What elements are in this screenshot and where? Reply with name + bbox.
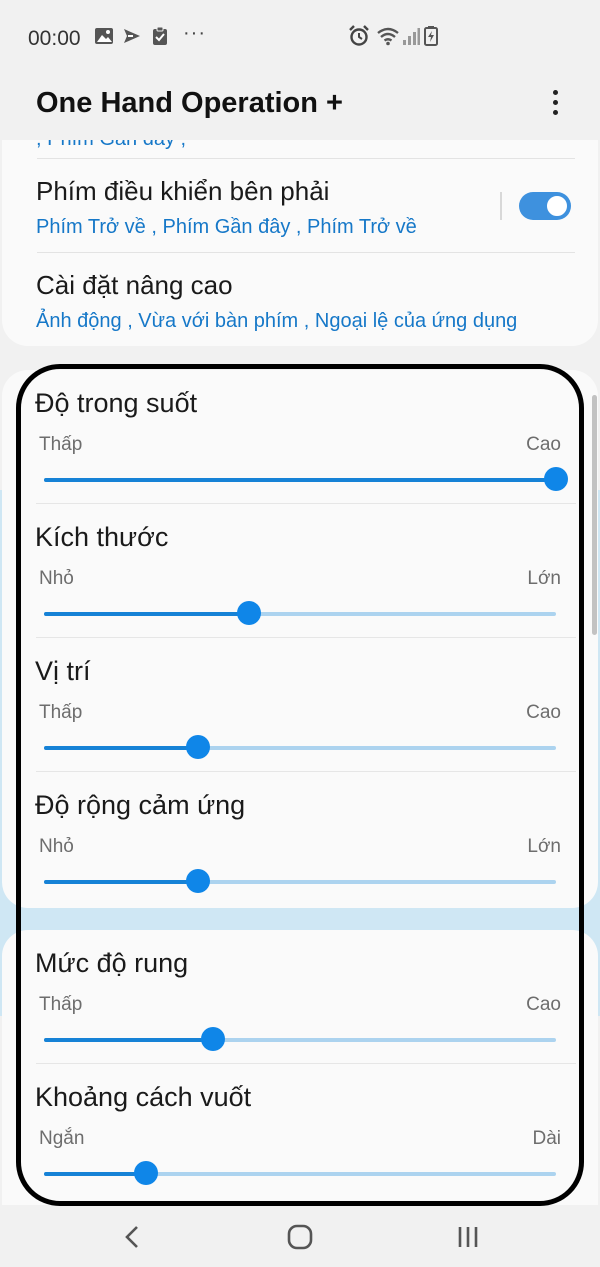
slider-track[interactable]	[44, 1027, 556, 1051]
status-time: 00:00	[28, 27, 81, 50]
slider-track[interactable]	[44, 869, 556, 893]
settings-card: , Phím Gần đây , Phím điều khiển bên phả…	[2, 140, 598, 346]
slider-fill	[44, 880, 198, 884]
right-keys-toggle[interactable]	[519, 192, 571, 220]
page-title: One Hand Operation +	[36, 87, 343, 119]
slider-row: Độ trong suốt Thấp Cao	[22, 370, 578, 504]
separator	[500, 192, 502, 220]
slider-thumb[interactable]	[236, 601, 261, 625]
previous-row-subtitle: , Phím Gần đây ,	[36, 140, 186, 151]
gallery-icon	[95, 28, 113, 44]
slider-row: Vị trí Thấp Cao	[22, 638, 578, 772]
more-options-icon	[552, 90, 558, 95]
slider-title: Kích thước	[35, 522, 169, 552]
slider-min-label: Nhỏ	[39, 568, 74, 589]
slider-fill	[44, 478, 556, 482]
slider-track[interactable]	[44, 601, 556, 625]
slider-row: Độ rộng cảm ứng Nhỏ Lớn	[22, 772, 578, 906]
slider-title: Khoảng cách vuốt	[35, 1082, 252, 1112]
slider-thumb[interactable]	[200, 1027, 225, 1051]
slider-row: Khoảng cách vuốt Ngắn Dài	[22, 1064, 578, 1198]
slider-max-label: Lớn	[527, 836, 561, 857]
clipboard-icon	[153, 26, 167, 45]
slider-max-label: Cao	[526, 994, 561, 1015]
slider-track[interactable]	[44, 735, 556, 759]
alarm-icon	[349, 25, 369, 46]
signal-icon	[403, 28, 420, 45]
slider-min-label: Thấp	[39, 434, 83, 455]
slider-title: Mức độ rung	[35, 948, 189, 978]
advanced-settings-row[interactable]: Cài đặt nâng cao Ảnh động , Vừa với bàn …	[2, 253, 598, 345]
slider-thumb[interactable]	[185, 735, 210, 759]
navigation-bar	[0, 1207, 600, 1267]
back-button[interactable]	[110, 1215, 154, 1259]
slider-row: Mức độ rung Thấp Cao	[22, 930, 578, 1064]
slider-max-label: Lớn	[527, 568, 561, 589]
recent-apps-button[interactable]	[446, 1215, 490, 1259]
right-keys-subtitle: Phím Trở về , Phím Gần đây , Phím Trở về	[36, 216, 417, 238]
right-keys-row[interactable]: Phím điều khiển bên phải Phím Trở về , P…	[2, 159, 598, 252]
slider-fill	[44, 1172, 147, 1176]
advanced-settings-title: Cài đặt nâng cao	[36, 270, 233, 300]
slider-row: Kích thước Nhỏ Lớn	[22, 504, 578, 638]
slider-min-label: Thấp	[39, 702, 83, 723]
wifi-icon	[377, 27, 399, 46]
slider-min-label: Nhỏ	[39, 836, 74, 857]
slider-track[interactable]	[44, 467, 568, 491]
scrollbar[interactable]	[592, 395, 597, 635]
slider-max-label: Cao	[526, 702, 561, 723]
slider-thumb[interactable]	[134, 1161, 159, 1185]
slider-min-label: Thấp	[39, 994, 83, 1015]
send-icon	[124, 29, 140, 43]
right-keys-title: Phím điều khiển bên phải	[36, 176, 330, 206]
slider-thumb[interactable]	[185, 869, 210, 893]
app-header: One Hand Operation +	[0, 75, 600, 140]
slider-title: Độ trong suốt	[35, 388, 198, 418]
status-bar: 00:00 ···	[0, 0, 600, 75]
more-notifications-icon: ···	[183, 22, 206, 44]
more-options-button[interactable]	[542, 85, 568, 125]
battery-charging-icon	[424, 26, 438, 46]
slider-track[interactable]	[44, 1161, 556, 1185]
slider-min-label: Ngắn	[39, 1128, 85, 1149]
slider-fill	[44, 612, 249, 616]
slider-thumb[interactable]	[544, 467, 568, 491]
slider-max-label: Dài	[532, 1128, 561, 1149]
home-button[interactable]	[278, 1215, 322, 1259]
slider-fill	[44, 1038, 213, 1042]
slider-title: Vị trí	[35, 656, 91, 686]
slider-max-label: Cao	[526, 434, 561, 455]
slider-fill	[44, 746, 198, 750]
slider-title: Độ rộng cảm ứng	[35, 790, 246, 820]
advanced-settings-subtitle: Ảnh động , Vừa với bàn phím , Ngoại lệ c…	[36, 310, 518, 332]
toggle-knob	[545, 194, 569, 218]
